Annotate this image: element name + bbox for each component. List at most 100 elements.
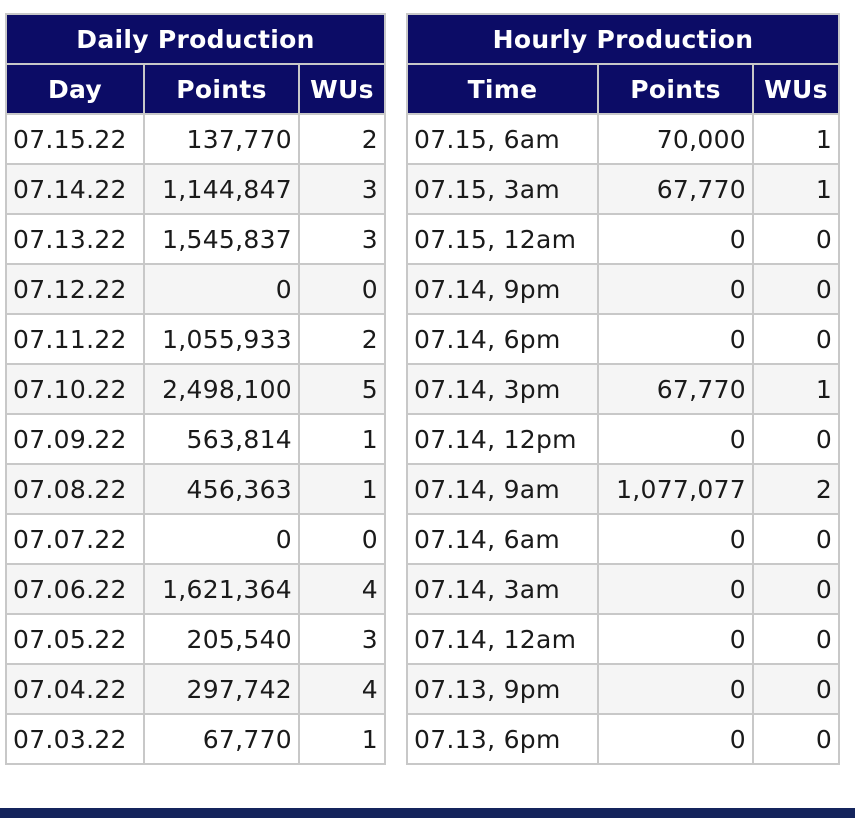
daily-wus-cell: 3	[297, 613, 387, 665]
hourly-points-cell: 0	[597, 613, 754, 665]
daily-production-title: Daily Production	[4, 13, 387, 65]
daily-table-row: 07.05.22 205,540 3	[5, 613, 387, 665]
daily-points-cell: 456,363	[143, 463, 300, 515]
daily-wus-cell: 1	[297, 713, 387, 765]
hourly-date-cell: 07.14, 6am	[406, 513, 599, 565]
hourly-date-cell: 07.13, 9pm	[406, 663, 599, 715]
hourly-points-cell: 0	[597, 213, 754, 265]
hourly-table-row: 07.14, 3am 0 0	[406, 563, 841, 615]
hourly-points-cell: 0	[597, 263, 754, 315]
hourly-date-cell: 07.15, 6am	[406, 113, 599, 165]
daily-table-row: 07.10.22 2,498,100 5	[5, 363, 387, 415]
daily-wus-cell: 2	[297, 313, 387, 365]
daily-table-row: 07.12.22 0 0	[5, 263, 387, 315]
hourly-table-row: 07.15, 6am 70,000 1	[406, 113, 841, 165]
hourly-wus-cell: 0	[751, 263, 841, 315]
hourly-time-header: Time	[406, 63, 599, 115]
hourly-date-cell: 07.15, 3am	[406, 163, 599, 215]
footer-bar	[0, 808, 855, 818]
daily-table-row: 07.03.22 67,770 1	[5, 713, 387, 765]
hourly-table-row: 07.14, 12am 0 0	[406, 613, 841, 665]
daily-table-row: 07.08.22 456,363 1	[5, 463, 387, 515]
daily-production-table: Daily Production Day Points WUs 07.15.22…	[4, 13, 387, 765]
daily-date-cell: 07.15.22	[5, 113, 145, 165]
hourly-date-cell: 07.14, 3pm	[406, 363, 599, 415]
daily-day-header: Day	[5, 63, 145, 115]
hourly-table-row: 07.15, 3am 67,770 1	[406, 163, 841, 215]
daily-table-row: 07.06.22 1,621,364 4	[5, 563, 387, 615]
hourly-wus-cell: 2	[751, 463, 841, 515]
daily-date-cell: 07.13.22	[5, 213, 145, 265]
hourly-table-row: 07.13, 9pm 0 0	[406, 663, 841, 715]
hourly-wus-cell: 1	[751, 113, 841, 165]
daily-points-cell: 0	[143, 263, 300, 315]
hourly-date-cell: 07.14, 9pm	[406, 263, 599, 315]
hourly-points-cell: 67,770	[597, 163, 754, 215]
hourly-wus-header: WUs	[751, 63, 841, 115]
hourly-date-cell: 07.14, 9am	[406, 463, 599, 515]
hourly-table-row: 07.13, 6pm 0 0	[406, 713, 841, 765]
daily-date-cell: 07.06.22	[5, 563, 145, 615]
hourly-points-header: Points	[597, 63, 754, 115]
daily-points-cell: 2,498,100	[143, 363, 300, 415]
daily-wus-cell: 0	[297, 263, 387, 315]
daily-points-cell: 1,055,933	[143, 313, 300, 365]
daily-points-cell: 297,742	[143, 663, 300, 715]
hourly-wus-cell: 1	[751, 163, 841, 215]
hourly-table-row: 07.14, 9am 1,077,077 2	[406, 463, 841, 515]
daily-table-row: 07.11.22 1,055,933 2	[5, 313, 387, 365]
daily-points-cell: 205,540	[143, 613, 300, 665]
daily-table-row: 07.15.22 137,770 2	[5, 113, 387, 165]
hourly-points-cell: 0	[597, 713, 754, 765]
daily-wus-cell: 1	[297, 413, 387, 465]
daily-table-row: 07.04.22 297,742 4	[5, 663, 387, 715]
daily-wus-cell: 5	[297, 363, 387, 415]
hourly-production-table: Hourly Production Time Points WUs 07.15,…	[405, 13, 841, 765]
daily-date-cell: 07.11.22	[5, 313, 145, 365]
hourly-table-row: 07.14, 6am 0 0	[406, 513, 841, 565]
daily-date-cell: 07.08.22	[5, 463, 145, 515]
daily-date-cell: 07.10.22	[5, 363, 145, 415]
daily-wus-cell: 2	[297, 113, 387, 165]
hourly-points-cell: 0	[597, 313, 754, 365]
daily-date-cell: 07.03.22	[5, 713, 145, 765]
hourly-table-row: 07.15, 12am 0 0	[406, 213, 841, 265]
hourly-points-cell: 0	[597, 513, 754, 565]
hourly-wus-cell: 0	[751, 313, 841, 365]
daily-points-header: Points	[143, 63, 300, 115]
daily-table-row: 07.09.22 563,814 1	[5, 413, 387, 465]
daily-wus-cell: 4	[297, 563, 387, 615]
daily-wus-cell: 4	[297, 663, 387, 715]
daily-date-cell: 07.09.22	[5, 413, 145, 465]
hourly-date-cell: 07.15, 12am	[406, 213, 599, 265]
daily-date-cell: 07.14.22	[5, 163, 145, 215]
hourly-wus-cell: 0	[751, 413, 841, 465]
daily-table-row: 07.14.22 1,144,847 3	[5, 163, 387, 215]
hourly-points-cell: 0	[597, 563, 754, 615]
hourly-date-cell: 07.14, 12am	[406, 613, 599, 665]
hourly-table-row: 07.14, 6pm 0 0	[406, 313, 841, 365]
hourly-points-cell: 0	[597, 663, 754, 715]
daily-points-cell: 0	[143, 513, 300, 565]
daily-date-cell: 07.04.22	[5, 663, 145, 715]
daily-table-row: 07.07.22 0 0	[5, 513, 387, 565]
hourly-table-row: 07.14, 9pm 0 0	[406, 263, 841, 315]
daily-wus-cell: 1	[297, 463, 387, 515]
daily-table-row: 07.13.22 1,545,837 3	[5, 213, 387, 265]
hourly-wus-cell: 0	[751, 213, 841, 265]
daily-date-cell: 07.07.22	[5, 513, 145, 565]
hourly-date-cell: 07.13, 6pm	[406, 713, 599, 765]
hourly-points-cell: 1,077,077	[597, 463, 754, 515]
daily-wus-cell: 0	[297, 513, 387, 565]
daily-points-cell: 1,144,847	[143, 163, 300, 215]
daily-wus-header: WUs	[297, 63, 387, 115]
daily-date-cell: 07.05.22	[5, 613, 145, 665]
hourly-table-row: 07.14, 12pm 0 0	[406, 413, 841, 465]
hourly-date-cell: 07.14, 12pm	[406, 413, 599, 465]
daily-points-cell: 1,621,364	[143, 563, 300, 615]
daily-wus-cell: 3	[297, 213, 387, 265]
daily-points-cell: 563,814	[143, 413, 300, 465]
hourly-wus-cell: 0	[751, 613, 841, 665]
hourly-points-cell: 70,000	[597, 113, 754, 165]
hourly-wus-cell: 1	[751, 363, 841, 415]
